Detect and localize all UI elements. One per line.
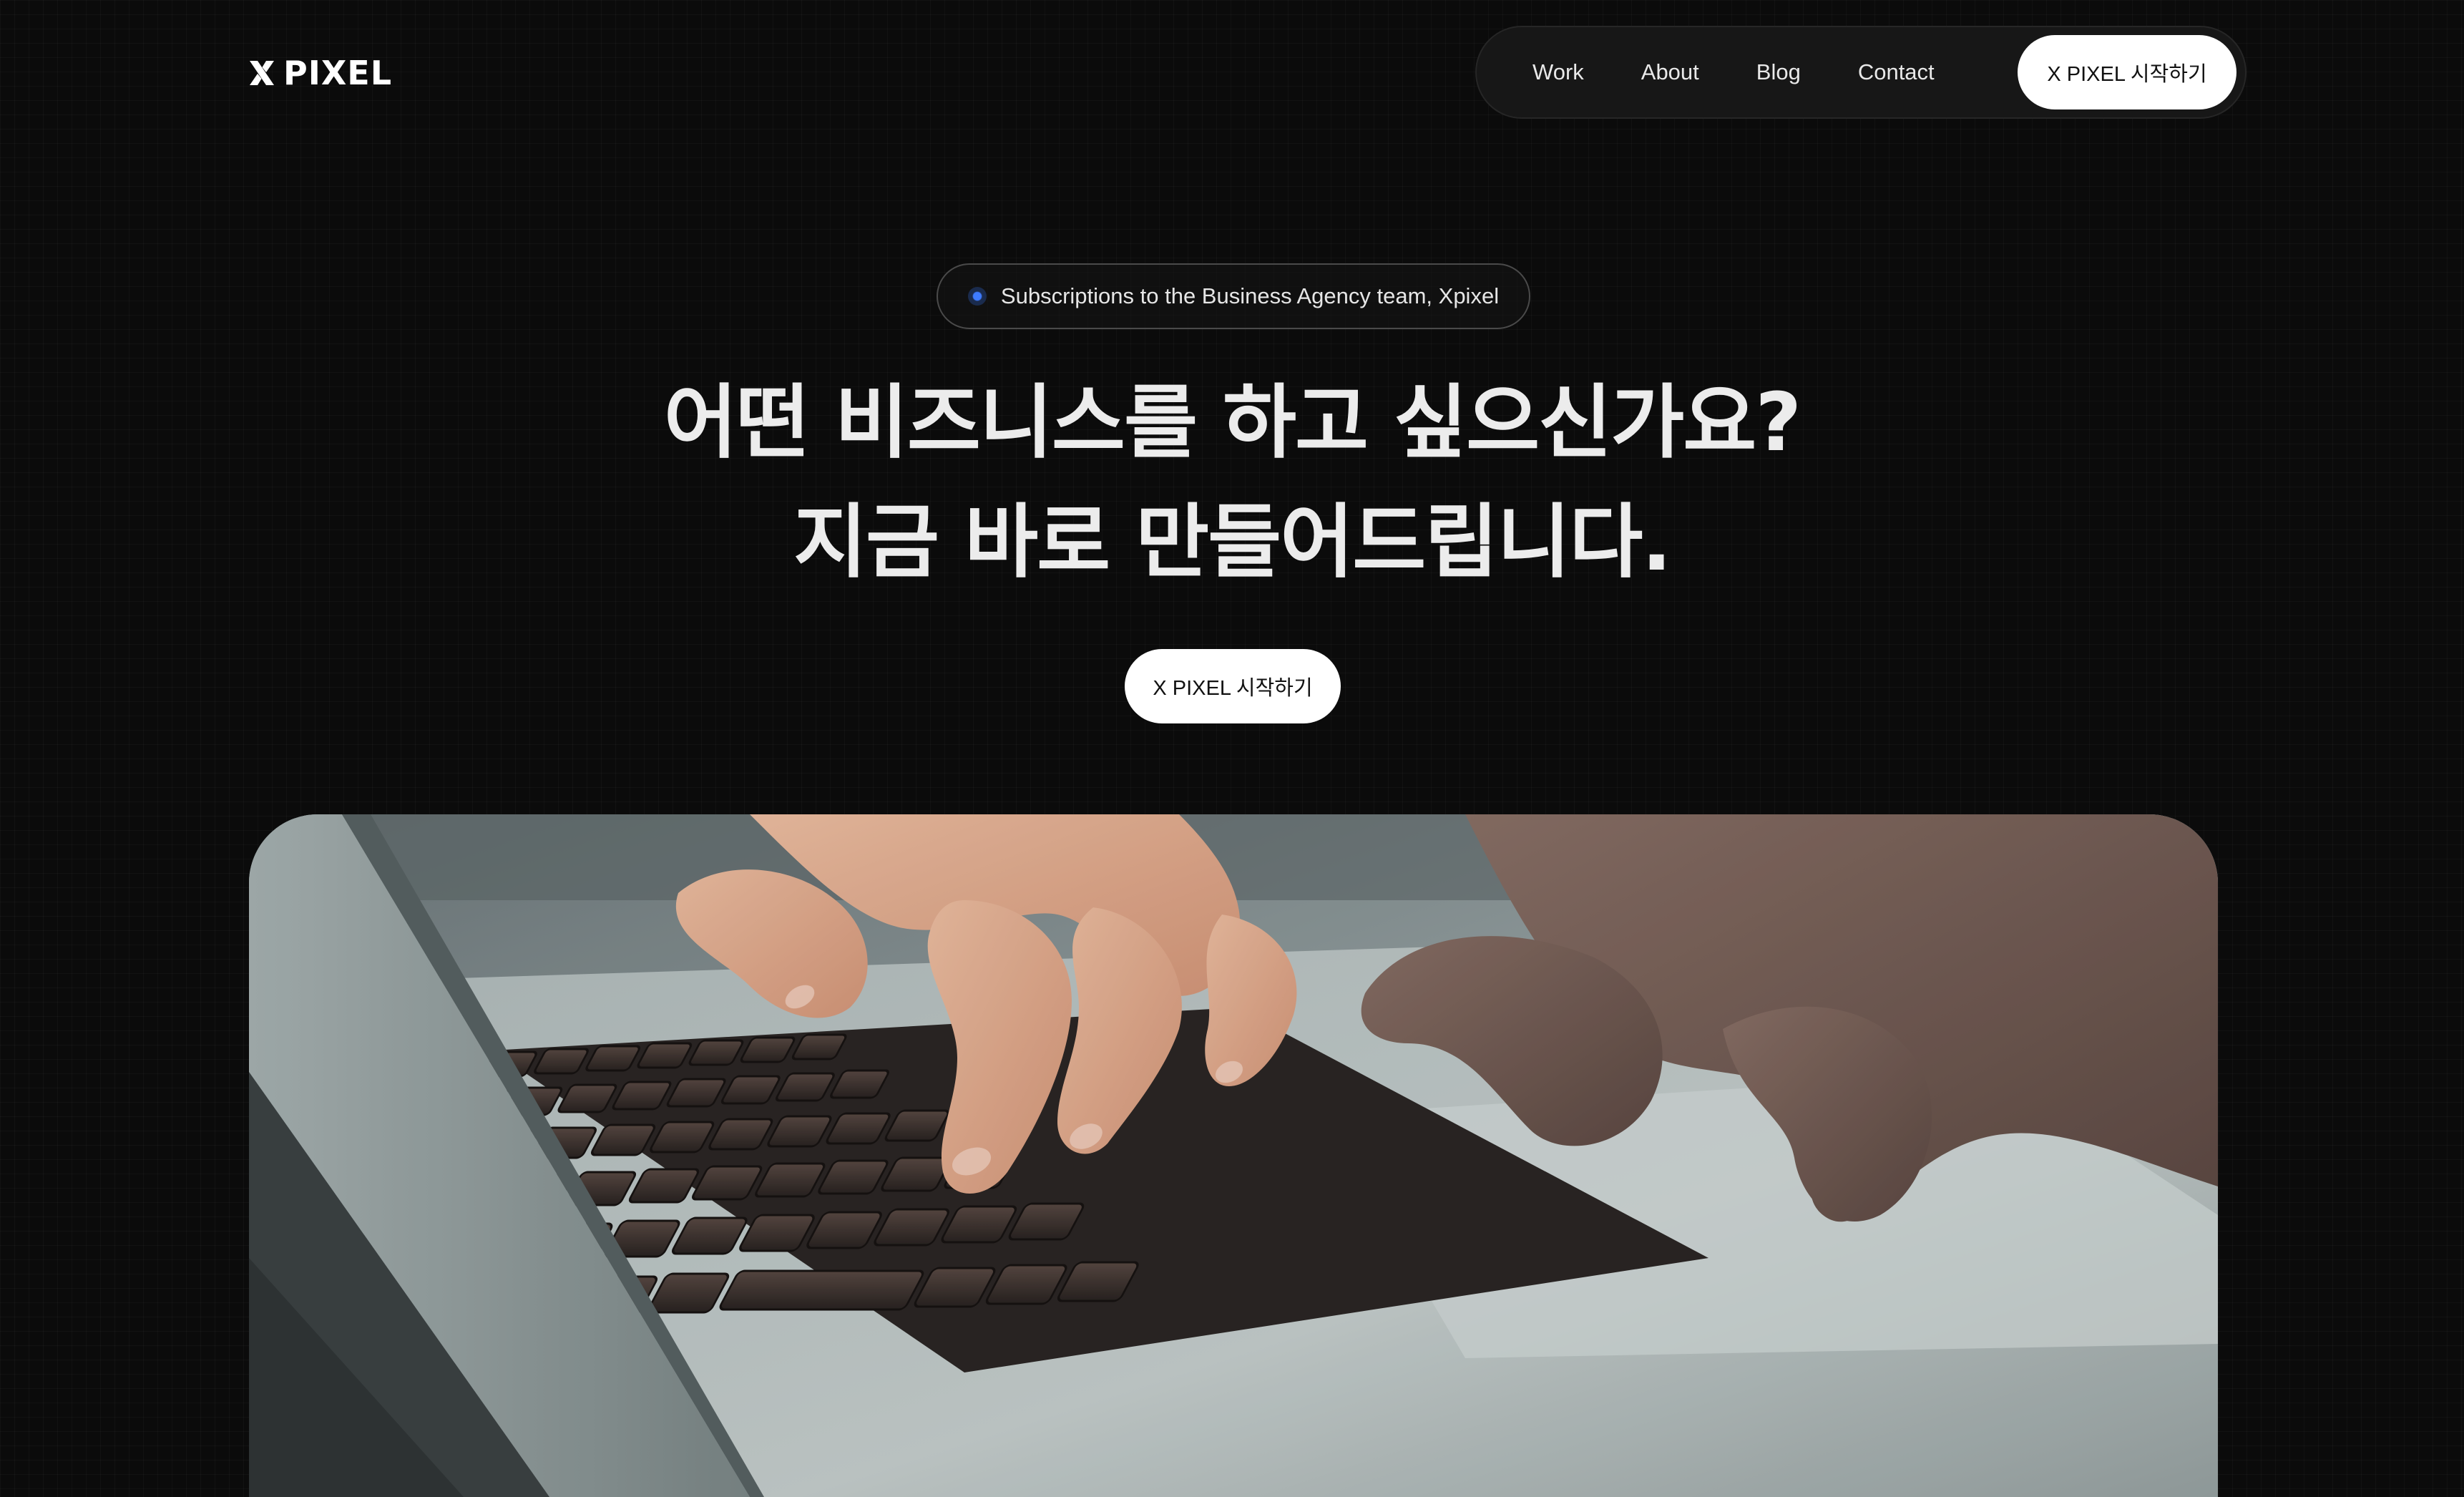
nav-link-about[interactable]: About: [1641, 59, 1699, 85]
badge-text: Subscriptions to the Business Agency tea…: [1000, 283, 1500, 308]
hero-start-button[interactable]: X PIXEL 시작하기: [1125, 649, 1341, 723]
nav-start-button[interactable]: X PIXEL 시작하기: [2018, 35, 2236, 109]
hero-image: [249, 814, 2218, 1497]
nav-link-work[interactable]: Work: [1532, 59, 1584, 85]
brand-name: PIXEL: [283, 54, 393, 92]
x-logo-icon: [250, 61, 274, 85]
hero-headline-line1: 어떤 비즈니스를 하고 싶으신가요?: [663, 376, 1802, 469]
brand-logo[interactable]: PIXEL: [248, 52, 392, 94]
subscription-badge: Subscriptions to the Business Agency tea…: [937, 263, 1530, 329]
nav-link-contact[interactable]: Contact: [1858, 59, 1935, 85]
blue-dot-icon: [967, 287, 987, 306]
hero-headline-line2: 지금 바로 만들어드립니다.: [793, 496, 1672, 589]
nav-links: Work About Blog Contact: [1532, 59, 2018, 85]
top-nav: Work About Blog Contact X PIXEL 시작하기: [1475, 26, 2247, 119]
laptop-typing-illustration: [249, 814, 2218, 1497]
nav-link-blog[interactable]: Blog: [1756, 59, 1801, 85]
